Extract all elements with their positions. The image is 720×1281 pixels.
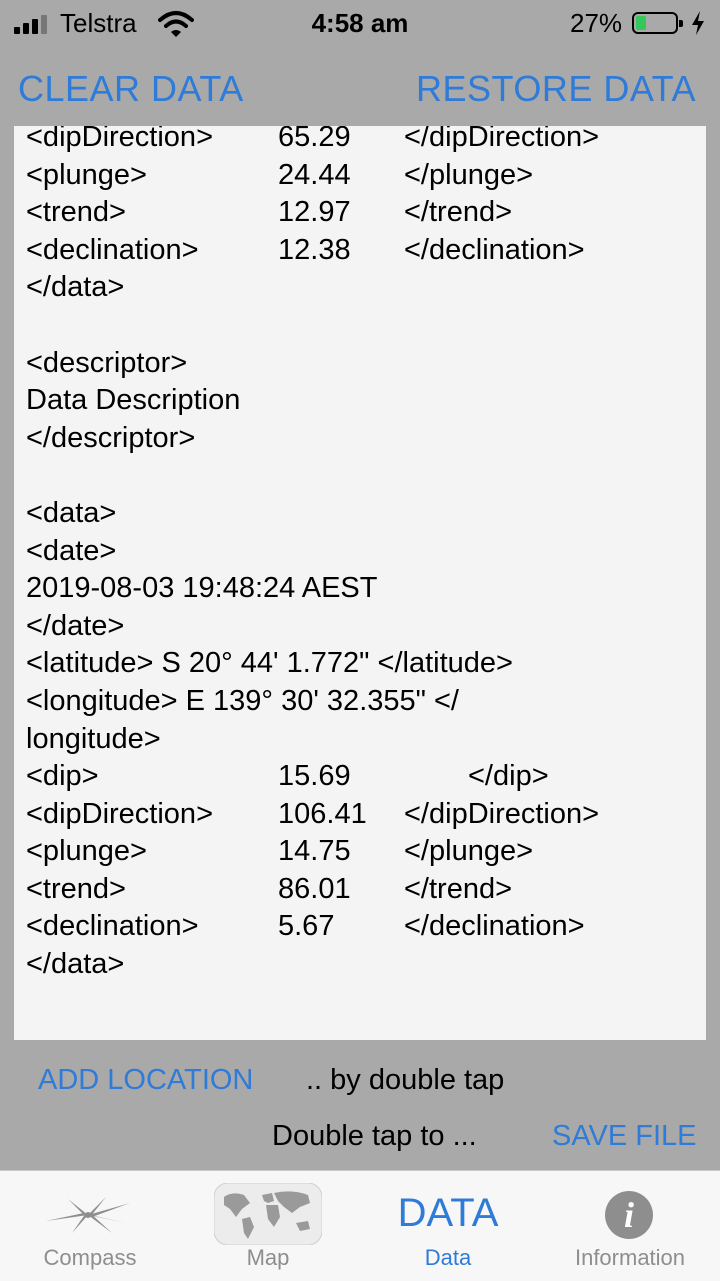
battery-icon bbox=[632, 12, 683, 34]
text-line-content: </data> bbox=[26, 271, 125, 304]
tag-value: 14.75 bbox=[278, 835, 351, 868]
text-line: <dipDirection> 106.41 </dipDirection> bbox=[14, 796, 706, 834]
text-line: 2019-08-03 19:48:24 AEST bbox=[14, 570, 706, 608]
double-tap-to-hint: Double tap to ... bbox=[272, 1120, 477, 1152]
tag-open: <declination> bbox=[26, 910, 199, 943]
text-line: <dipDirection> 65.29 </dipDirection> bbox=[14, 126, 706, 157]
text-line: Data Description bbox=[14, 382, 706, 420]
tab-map[interactable]: Map bbox=[178, 1171, 358, 1281]
tab-label: Compass bbox=[43, 1245, 137, 1270]
data-text-view[interactable]: <dipDirection> 65.29 </dipDirection> <pl… bbox=[14, 126, 706, 1040]
tag-value: 65.29 bbox=[278, 126, 351, 153]
info-icon: i bbox=[605, 1191, 653, 1239]
tag-close: </declination> bbox=[404, 910, 585, 943]
tag-close: </declination> bbox=[404, 233, 585, 266]
battery-percentage: 27% bbox=[570, 8, 623, 38]
text-line-content: <date> bbox=[26, 534, 117, 567]
tag-close: </dip> bbox=[468, 760, 549, 793]
save-file-button[interactable]: SAVE FILE bbox=[552, 1120, 697, 1153]
tag-close: </plunge> bbox=[404, 158, 534, 191]
text-line: <plunge> 24.44 </plunge> bbox=[14, 157, 706, 195]
charging-bolt-icon bbox=[692, 11, 704, 35]
tab-compass[interactable]: Compass bbox=[0, 1171, 180, 1281]
tag-close: </trend> bbox=[404, 872, 513, 905]
text-line-content: <descriptor> bbox=[26, 346, 188, 379]
status-bar: Telstra 4:58 am 27% bbox=[0, 0, 720, 48]
tag-close: </dipDirection> bbox=[404, 797, 600, 830]
tag-value: 12.38 bbox=[278, 233, 351, 266]
text-line: </data> bbox=[14, 946, 706, 984]
world-map-icon bbox=[214, 1183, 322, 1245]
tab-information[interactable]: i Information bbox=[540, 1171, 720, 1281]
text-line: <longitude> E 139° 30' 32.355" </ bbox=[14, 683, 706, 721]
data-tab-icon: DATA bbox=[397, 1191, 499, 1235]
tag-open: <dipDirection> bbox=[26, 797, 213, 830]
tag-open: <declination> bbox=[26, 233, 199, 266]
text-line: <trend> 86.01 </trend> bbox=[14, 871, 706, 909]
text-line-content: </data> bbox=[26, 948, 125, 981]
text-line-content: 2019-08-03 19:48:24 AEST bbox=[26, 572, 378, 605]
tag-close: </plunge> bbox=[404, 835, 534, 868]
tag-open: <dip> bbox=[26, 760, 99, 793]
text-line: <trend> 12.97 </trend> bbox=[14, 194, 706, 232]
restore-data-button[interactable]: RESTORE DATA bbox=[416, 68, 696, 110]
tab-label: Information bbox=[574, 1245, 686, 1270]
text-line-content: <data> bbox=[26, 496, 117, 529]
tag-open: <dipDirection> bbox=[26, 126, 213, 153]
text-line: </descriptor> bbox=[14, 420, 706, 458]
tag-open: <plunge> bbox=[26, 158, 147, 191]
tag-value: 12.97 bbox=[278, 196, 351, 229]
double-tap-hint: .. by double tap bbox=[306, 1064, 505, 1096]
tag-value: 86.01 bbox=[278, 872, 351, 905]
text-line: <descriptor> bbox=[14, 345, 706, 383]
text-line: </data> bbox=[14, 269, 706, 307]
tag-value: 5.67 bbox=[278, 910, 335, 943]
tag-open: <trend> bbox=[26, 196, 126, 229]
clear-data-button[interactable]: CLEAR DATA bbox=[18, 68, 244, 110]
text-line: longitude> bbox=[14, 721, 706, 759]
tab-bar: Compass Map DATA Data i Information bbox=[0, 1170, 720, 1281]
tab-label: Data bbox=[424, 1245, 472, 1270]
text-line: <latitude> S 20° 44' 1.772" </latitude> bbox=[14, 645, 706, 683]
text-line-content: <longitude> E 139° 30' 32.355" </ bbox=[26, 684, 459, 717]
tag-value: 15.69 bbox=[278, 760, 351, 793]
text-line: <dip> 15.69 </dip> bbox=[14, 758, 706, 796]
text-line: </date> bbox=[14, 608, 706, 646]
tag-close: </dipDirection> bbox=[404, 126, 600, 153]
text-line-content: Data Description bbox=[26, 384, 241, 417]
tag-value: 106.41 bbox=[278, 797, 367, 830]
text-line-content: longitude> bbox=[26, 722, 161, 755]
tab-label: Map bbox=[246, 1245, 290, 1270]
text-line-content: <latitude> S 20° 44' 1.772" </latitude> bbox=[26, 647, 513, 680]
tab-data[interactable]: DATA Data bbox=[358, 1171, 538, 1281]
add-location-button[interactable]: ADD LOCATION bbox=[38, 1064, 253, 1097]
text-line: <declination> 12.38 </declination> bbox=[14, 232, 706, 270]
text-line: <data> bbox=[14, 495, 706, 533]
tag-value: 24.44 bbox=[278, 158, 351, 191]
tag-open: <plunge> bbox=[26, 835, 147, 868]
text-line: <date> bbox=[14, 533, 706, 571]
text-line: <plunge> 14.75 </plunge> bbox=[14, 833, 706, 871]
text-line-content: </date> bbox=[26, 609, 125, 642]
compass-star-icon bbox=[46, 1197, 130, 1233]
text-line: <declination> 5.67 </declination> bbox=[14, 908, 706, 946]
text-line-content: </descriptor> bbox=[26, 421, 196, 454]
tag-open: <trend> bbox=[26, 872, 126, 905]
tag-close: </trend> bbox=[404, 196, 513, 229]
